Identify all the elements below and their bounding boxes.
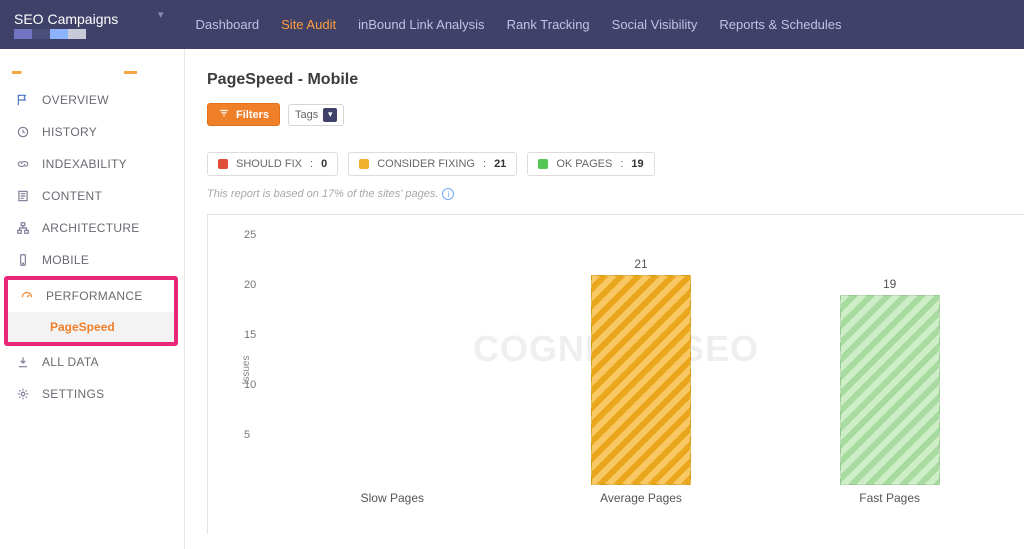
filters-button[interactable]: Filters bbox=[207, 103, 280, 126]
chart-bar-value: 19 bbox=[810, 277, 970, 291]
sidebar-item-history[interactable]: HISTORY bbox=[0, 116, 184, 148]
nav-reports[interactable]: Reports & Schedules bbox=[719, 17, 841, 32]
filters-label: Filters bbox=[236, 109, 269, 121]
brand-block[interactable]: SEO Campaigns bbox=[0, 11, 152, 39]
status-pill-row: SHOULD FIX: 0 CONSIDER FIXING: 21 OK PAG… bbox=[207, 152, 1024, 176]
sidebar-item-architecture[interactable]: ARCHITECTURE bbox=[0, 212, 184, 244]
sidebar-performance-highlight: PERFORMANCE PageSpeed bbox=[4, 276, 178, 346]
status-color-swatch bbox=[218, 159, 228, 169]
status-label: OK PAGES bbox=[556, 158, 612, 170]
clock-icon bbox=[14, 125, 32, 139]
chart-bar[interactable] bbox=[591, 275, 691, 485]
chart-ytick: 15 bbox=[244, 329, 256, 341]
link-icon bbox=[14, 157, 32, 171]
brand-swatches bbox=[14, 29, 152, 39]
status-count: 21 bbox=[494, 158, 506, 170]
tags-label: Tags bbox=[295, 109, 318, 121]
brand-swatch bbox=[68, 29, 86, 39]
mobile-icon bbox=[14, 253, 32, 267]
nav-dashboard[interactable]: Dashboard bbox=[196, 17, 260, 32]
sidebar-item-overview[interactable]: OVERVIEW bbox=[0, 84, 184, 116]
chart-bar-column: 21Average Pages bbox=[561, 257, 721, 485]
chart-category-label: Slow Pages bbox=[312, 491, 472, 505]
sidebar-item-label: ARCHITECTURE bbox=[42, 221, 140, 235]
sidebar-item-label: SETTINGS bbox=[42, 387, 104, 401]
download-icon bbox=[14, 355, 32, 369]
flag-icon bbox=[14, 93, 32, 107]
sidebar-item-alldata[interactable]: ALL DATA bbox=[0, 346, 184, 378]
chart-bar-column: Slow Pages bbox=[312, 481, 472, 485]
sidebar-item-label: PERFORMANCE bbox=[46, 289, 143, 303]
status-count: 19 bbox=[631, 158, 643, 170]
sidebar-item-indexability[interactable]: INDEXABILITY bbox=[0, 148, 184, 180]
sidebar-subitem-label: PageSpeed bbox=[50, 320, 115, 334]
document-icon bbox=[14, 189, 32, 203]
nav-social[interactable]: Social Visibility bbox=[612, 17, 698, 32]
toolbar: Filters Tags ▾ bbox=[207, 103, 1024, 126]
chart-card: COGNITIVESEO Issues Slow Pages21Average … bbox=[207, 214, 1024, 534]
report-footnote: This report is based on 17% of the sites… bbox=[207, 188, 1024, 200]
brand-title: SEO Campaigns bbox=[14, 11, 152, 27]
sitemap-icon bbox=[14, 221, 32, 235]
chart-ytick: 10 bbox=[244, 379, 256, 391]
page-title: PageSpeed - Mobile bbox=[207, 71, 1024, 89]
top-bar: SEO Campaigns ▾ Dashboard Site Audit inB… bbox=[0, 0, 1024, 49]
sidebar-accent-line bbox=[12, 71, 172, 74]
sidebar-item-label: MOBILE bbox=[42, 253, 89, 267]
status-label: SHOULD FIX bbox=[236, 158, 302, 170]
pill-should-fix[interactable]: SHOULD FIX: 0 bbox=[207, 152, 338, 176]
status-color-swatch bbox=[359, 159, 369, 169]
nav-site-audit[interactable]: Site Audit bbox=[281, 17, 336, 32]
nav-rank[interactable]: Rank Tracking bbox=[507, 17, 590, 32]
sidebar-item-label: OVERVIEW bbox=[42, 93, 109, 107]
chart-ytick: 20 bbox=[244, 279, 256, 291]
sidebar-item-label: HISTORY bbox=[42, 125, 97, 139]
sidebar: OVERVIEW HISTORY INDEXABILITY CONTENT AR… bbox=[0, 49, 185, 549]
chart-bar[interactable] bbox=[840, 295, 940, 485]
sidebar-item-performance[interactable]: PERFORMANCE bbox=[8, 280, 174, 312]
brand-swatch bbox=[14, 29, 32, 39]
filter-icon bbox=[218, 108, 230, 121]
pill-consider-fixing[interactable]: CONSIDER FIXING: 21 bbox=[348, 152, 517, 176]
sidebar-item-content[interactable]: CONTENT bbox=[0, 180, 184, 212]
sidebar-subitem-pagespeed[interactable]: PageSpeed bbox=[8, 312, 174, 342]
sidebar-item-label: ALL DATA bbox=[42, 355, 99, 369]
sidebar-item-mobile[interactable]: MOBILE bbox=[0, 244, 184, 276]
sidebar-item-settings[interactable]: SETTINGS bbox=[0, 378, 184, 410]
gauge-icon bbox=[18, 289, 36, 303]
chevron-down-icon: ▾ bbox=[323, 108, 337, 122]
nav-inbound[interactable]: inBound Link Analysis bbox=[358, 17, 484, 32]
bar-chart: Issues Slow Pages21Average Pages19Fast P… bbox=[268, 235, 1014, 505]
sidebar-item-label: CONTENT bbox=[42, 189, 102, 203]
status-color-swatch bbox=[538, 159, 548, 169]
chart-ytick: 25 bbox=[244, 229, 256, 241]
status-label: CONSIDER FIXING bbox=[377, 158, 475, 170]
sidebar-item-label: INDEXABILITY bbox=[42, 157, 127, 171]
chart-category-label: Fast Pages bbox=[810, 491, 970, 505]
gear-icon bbox=[14, 387, 32, 401]
info-icon[interactable]: i bbox=[442, 188, 454, 200]
chart-ytick: 5 bbox=[244, 429, 250, 441]
brand-swatch bbox=[32, 29, 50, 39]
chevron-down-icon[interactable]: ▾ bbox=[158, 8, 164, 21]
status-count: 0 bbox=[321, 158, 327, 170]
tags-button[interactable]: Tags ▾ bbox=[288, 104, 344, 126]
chart-category-label: Average Pages bbox=[561, 491, 721, 505]
main-nav: Dashboard Site Audit inBound Link Analys… bbox=[196, 17, 842, 32]
chart-bar-column: 19Fast Pages bbox=[810, 277, 970, 485]
footnote-text: This report is based on 17% of the sites… bbox=[207, 188, 438, 200]
main-content: PageSpeed - Mobile Filters Tags ▾ SHOULD… bbox=[185, 49, 1024, 549]
brand-swatch bbox=[50, 29, 68, 39]
pill-ok-pages[interactable]: OK PAGES: 19 bbox=[527, 152, 654, 176]
chart-bar-value: 21 bbox=[561, 257, 721, 271]
